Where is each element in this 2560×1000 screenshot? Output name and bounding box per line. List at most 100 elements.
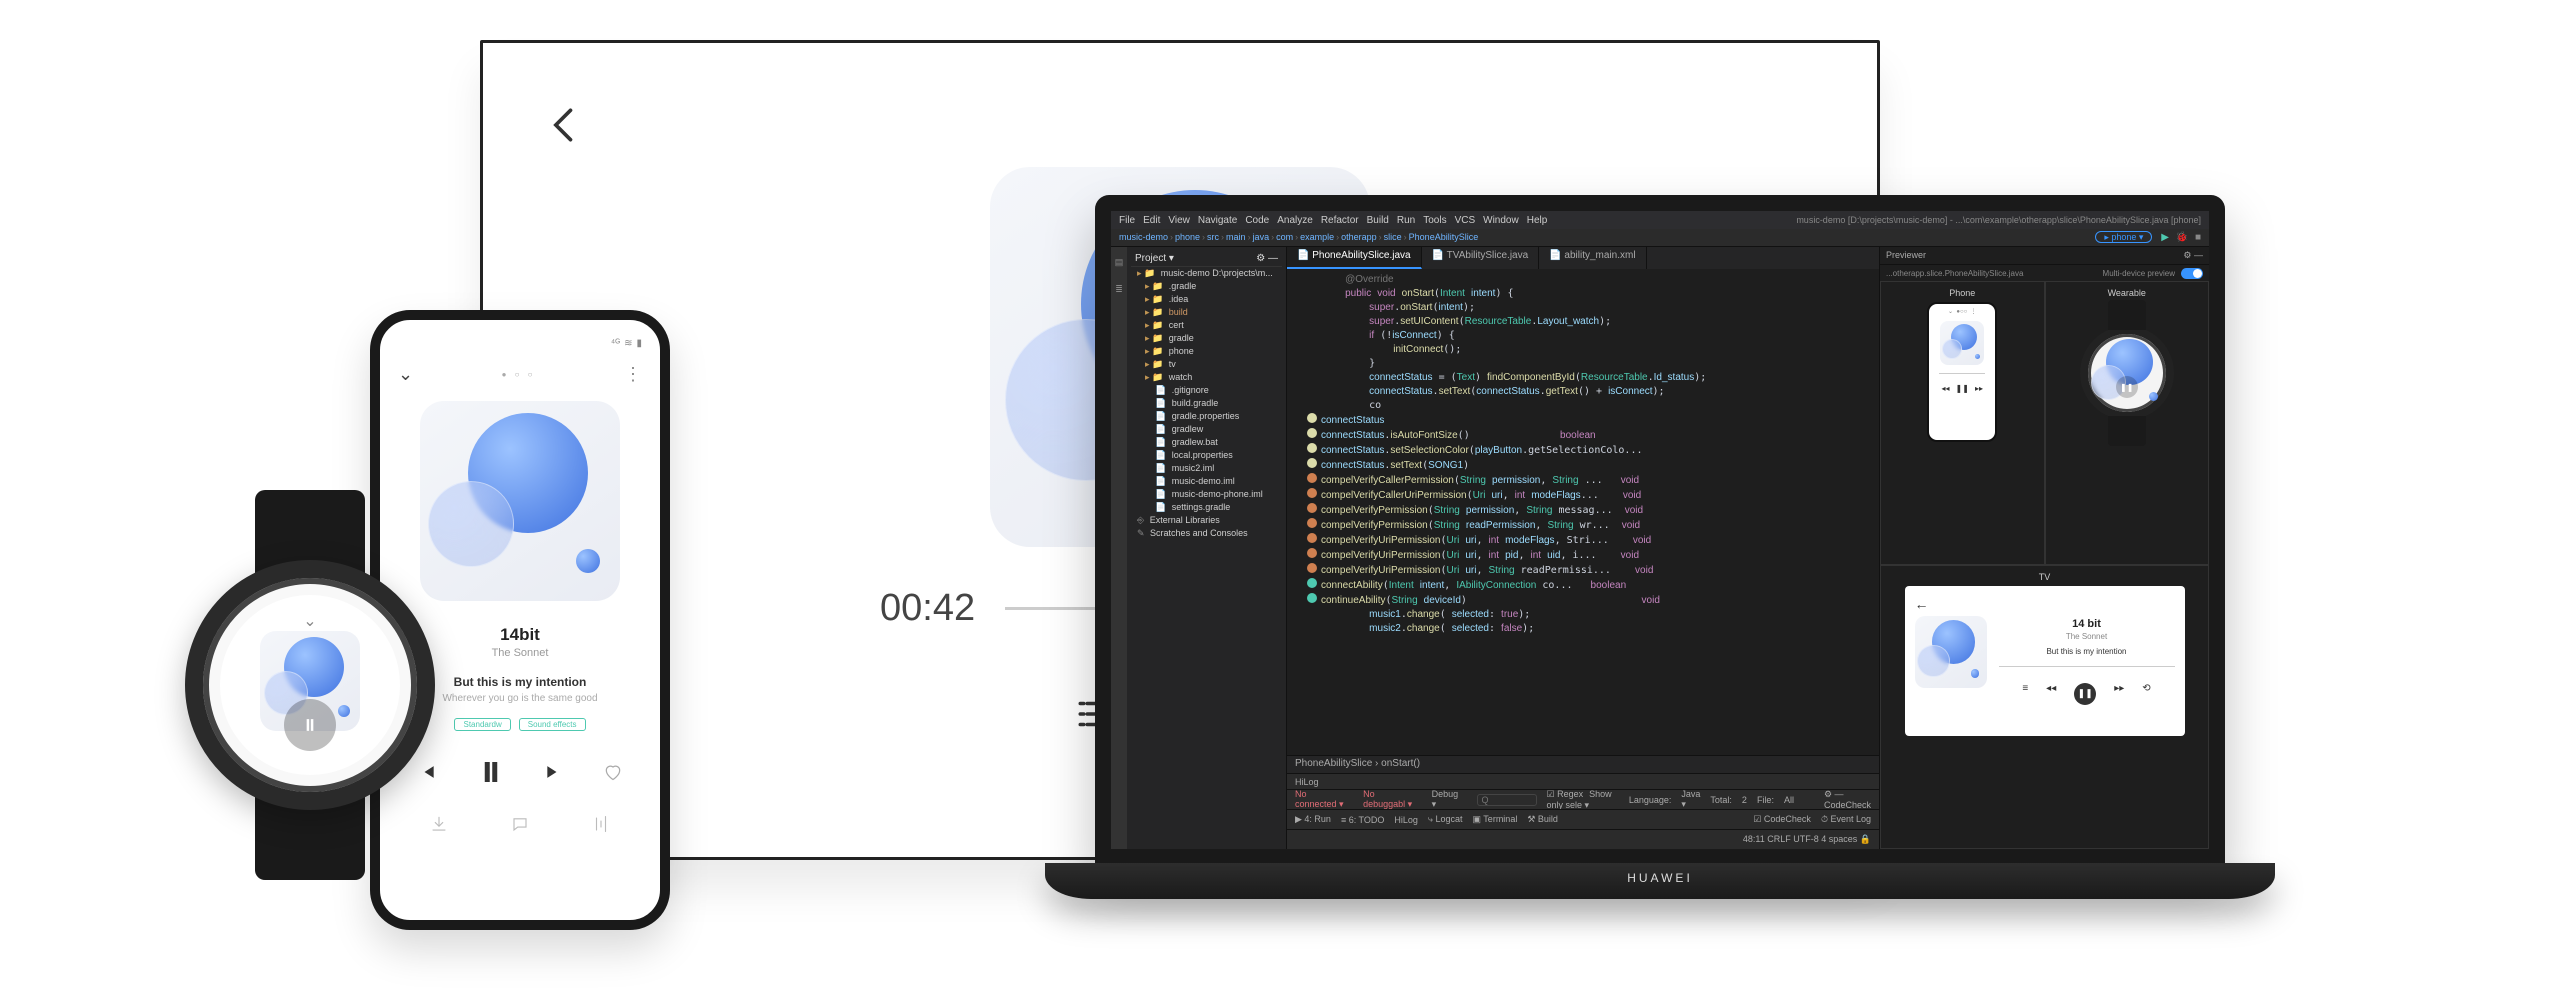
project-tab-icon[interactable]: ▤	[1115, 257, 1124, 268]
tree-header[interactable]: Project ▾	[1135, 253, 1174, 264]
tree-item[interactable]: 📄 music-demo-phone.iml	[1131, 488, 1282, 501]
folder-icon: ▸ 📁	[1145, 359, 1166, 369]
more-icon[interactable]: ⋮	[624, 364, 642, 385]
project-tree[interactable]: Project ▾⚙ — ▸ 📁 music-demo D:\projects\…	[1127, 247, 1287, 849]
tool-tab[interactable]: ⏱ Event Log	[1821, 814, 1871, 825]
file-icon: 📄	[1155, 385, 1169, 395]
menu-item[interactable]: View	[1168, 215, 1190, 226]
file-icon: 📄	[1155, 437, 1169, 447]
back-button[interactable]	[543, 103, 1817, 147]
tree-item[interactable]: ▸ 📁 cert	[1131, 319, 1282, 332]
tree-item[interactable]: 📄 .gitignore	[1131, 384, 1282, 397]
file-icon: 📄	[1155, 424, 1169, 434]
tree-item[interactable]: ▸ 📁 build	[1131, 306, 1282, 319]
tree-item[interactable]: ▸ 📁 tv	[1131, 358, 1282, 371]
preview-label: Wearable	[2108, 288, 2146, 298]
next-track-icon[interactable]	[544, 762, 564, 782]
breadcrumb[interactable]: music-demo›phone›src›main›java›com›examp…	[1119, 232, 1478, 243]
panel-select[interactable]: No debuggabl ▾	[1363, 789, 1414, 810]
tool-tab[interactable]: HiLog	[1394, 815, 1418, 825]
song-title: 14 bit	[2072, 618, 2101, 630]
favorite-icon[interactable]	[603, 762, 623, 782]
effects-pill[interactable]: Sound effects	[519, 718, 586, 731]
pause-button[interactable]	[284, 699, 336, 751]
editor-tab[interactable]: 📄 PhoneAbilitySlice.java	[1287, 247, 1422, 269]
hilog-label[interactable]: HiLog	[1295, 777, 1319, 787]
menu-item[interactable]: VCS	[1455, 215, 1476, 226]
tree-item[interactable]: 📄 music2.iml	[1131, 462, 1282, 475]
run-icon[interactable]: ▶	[2161, 232, 2169, 243]
menu-item[interactable]: Help	[1527, 215, 1548, 226]
menu-item[interactable]: File	[1119, 215, 1135, 226]
preview-cell-phone[interactable]: Phone ⌄ ●○○ ⋮ ◂◂❚❚▸▸	[1880, 281, 2045, 565]
preview-cell-wearable[interactable]: Wearable ❚❚	[2045, 281, 2210, 565]
tool-tab[interactable]: ≡ 6: TODO	[1341, 815, 1384, 825]
codecheck-label[interactable]: ⚙ — CodeCheck	[1824, 789, 1871, 810]
preview-cell-tv[interactable]: TV ← 14 bit The Sonnet But this is my in…	[1880, 565, 2209, 849]
debug-icon[interactable]: 🐞	[2176, 232, 2188, 243]
tree-item[interactable]: 📄 local.properties	[1131, 449, 1282, 462]
panel-select[interactable]: Debug ▾	[1432, 789, 1459, 810]
quality-pill[interactable]: Standardw	[454, 718, 510, 731]
tree-item[interactable]: 📄 gradle.properties	[1131, 410, 1282, 423]
menu-item[interactable]: Build	[1367, 215, 1389, 226]
code-editor[interactable]: @Override public void onStart(Intent int…	[1287, 269, 1879, 755]
next-track-icon[interactable]: ▸▸	[2114, 683, 2124, 705]
tree-item[interactable]: 📄 build.gradle	[1131, 397, 1282, 410]
tree-item[interactable]: ▸ 📁 .gradle	[1131, 280, 1282, 293]
tree-item[interactable]: ▸ 📁 phone	[1131, 345, 1282, 358]
tree-item[interactable]: 📄 gradlew	[1131, 423, 1282, 436]
tree-item[interactable]: ▸ 📁 music-demo D:\projects\m...	[1131, 267, 1282, 280]
pause-button[interactable]: ❚❚	[2074, 683, 2096, 705]
tool-window-strip[interactable]: ▤ ≣	[1111, 247, 1127, 849]
structure-tab-icon[interactable]: ≣	[1115, 284, 1123, 295]
menu-item[interactable]: Navigate	[1198, 215, 1237, 226]
tree-item[interactable]: ⎆ External Libraries	[1131, 514, 1282, 527]
tool-tab[interactable]: ⚒ Build	[1527, 814, 1558, 825]
comment-icon[interactable]	[511, 815, 529, 833]
search-input[interactable]	[1477, 794, 1537, 806]
back-icon[interactable]: ←	[1915, 596, 1987, 612]
battery-icon: ▮	[636, 338, 642, 356]
chevron-down-icon[interactable]: ⌄	[398, 364, 413, 385]
tree-item[interactable]: ▸ 📁 .idea	[1131, 293, 1282, 306]
shuffle-icon[interactable]: ⟲	[2142, 683, 2150, 705]
tree-item[interactable]: ▸ 📁 gradle	[1131, 332, 1282, 345]
panel-option[interactable]: ☑ Regex	[1547, 789, 1584, 799]
queue-icon[interactable]: ≡	[2022, 683, 2028, 705]
run-config-selector[interactable]: ▸ phone ▾	[2095, 231, 2152, 243]
tool-tab[interactable]: ▣ Terminal	[1472, 814, 1517, 825]
tree-item[interactable]: ✎ Scratches and Consoles	[1131, 527, 1282, 540]
tree-item[interactable]: 📄 gradlew.bat	[1131, 436, 1282, 449]
editor-breadcrumb[interactable]: PhoneAbilitySlice › onStart()	[1287, 755, 1879, 773]
menu-item[interactable]: Analyze	[1277, 215, 1313, 226]
menu-item[interactable]: Edit	[1143, 215, 1160, 226]
tool-tab[interactable]: ▶ 4: Run	[1295, 814, 1331, 825]
stop-icon[interactable]: ■	[2195, 232, 2201, 243]
language-select[interactable]: Java ▾	[1681, 789, 1700, 810]
editor-tabs[interactable]: 📄 PhoneAbilitySlice.java📄 TVAbilitySlice…	[1287, 247, 1879, 269]
editor-tab[interactable]: 📄 ability_main.xml	[1539, 247, 1646, 269]
multi-device-toggle[interactable]	[2181, 268, 2203, 279]
menu-item[interactable]: Run	[1397, 215, 1415, 226]
total-value: 2	[1742, 795, 1747, 805]
tree-item[interactable]: 📄 settings.gradle	[1131, 501, 1282, 514]
menu-item[interactable]: Code	[1245, 215, 1269, 226]
elapsed-time: 00:42	[880, 587, 975, 630]
pause-button[interactable]	[476, 757, 506, 787]
download-icon[interactable]	[430, 815, 448, 833]
chevron-down-icon[interactable]: ⌄	[303, 611, 316, 631]
editor-tab[interactable]: 📄 TVAbilitySlice.java	[1422, 247, 1540, 269]
tool-tab[interactable]: ☑ CodeCheck	[1753, 814, 1811, 825]
menu-item[interactable]: Tools	[1423, 215, 1446, 226]
menu-item[interactable]: Window	[1483, 215, 1519, 226]
previous-track-icon[interactable]: ◂◂	[2046, 683, 2056, 705]
eq-icon[interactable]	[592, 815, 610, 833]
file-icon: 📄	[1155, 476, 1169, 486]
tree-item[interactable]: ▸ 📁 watch	[1131, 371, 1282, 384]
file-value[interactable]: All	[1784, 795, 1794, 805]
panel-select[interactable]: No connected ▾	[1295, 789, 1345, 810]
tool-tab[interactable]: ⤷ Logcat	[1428, 814, 1463, 825]
tree-item[interactable]: 📄 music-demo.iml	[1131, 475, 1282, 488]
menu-item[interactable]: Refactor	[1321, 215, 1359, 226]
